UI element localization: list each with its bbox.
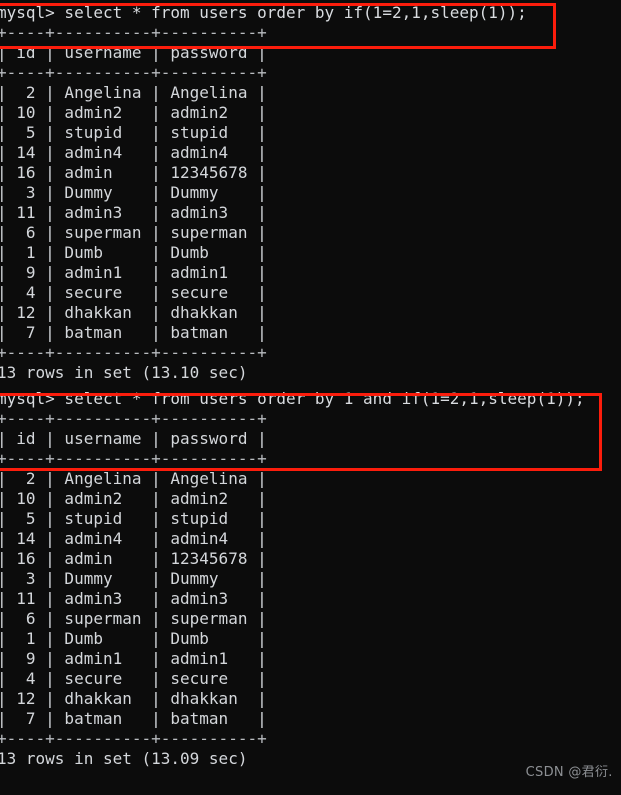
result-status-line-1: 13 rows in set (13.10 sec) [0, 363, 618, 383]
table-row: | 9 | admin1 | admin1 | [0, 649, 618, 669]
table-row: | 16 | admin | 12345678 | [0, 549, 618, 569]
table-row: | 2 | Angelina | Angelina | [0, 469, 618, 489]
sql-prompt-line-1[interactable]: mysql> select * from users order by if(1… [0, 3, 618, 23]
table-mid-rule-1: +----+----------+----------+ [0, 63, 618, 83]
table-row: | 9 | admin1 | admin1 | [0, 263, 618, 283]
table-row: | 14 | admin4 | admin4 | [0, 529, 618, 549]
table-row: | 10 | admin2 | admin2 | [0, 489, 618, 509]
table-top-rule-2: +----+----------+----------+ [0, 409, 618, 429]
table-row: | 12 | dhakkan | dhakkan | [0, 303, 618, 323]
table-row: | 7 | batman | batman | [0, 323, 618, 343]
table-header-row-1: | id | username | password | [0, 43, 618, 63]
table-row: | 5 | stupid | stupid | [0, 123, 618, 143]
table-row: | 7 | batman | batman | [0, 709, 618, 729]
table-row: | 2 | Angelina | Angelina | [0, 83, 618, 103]
table-header-row-2: | id | username | password | [0, 429, 618, 449]
table-row: | 6 | superman | superman | [0, 223, 618, 243]
table-top-rule-1: +----+----------+----------+ [0, 23, 618, 43]
table-bottom-rule-2: +----+----------+----------+ [0, 729, 618, 749]
table-row: | 4 | secure | secure | [0, 669, 618, 689]
table-row: | 6 | superman | superman | [0, 609, 618, 629]
table-row: | 11 | admin3 | admin3 | [0, 203, 618, 223]
terminal-content: mysql> select * from users order by if(1… [0, 0, 621, 769]
terminal-window: mysql> select * from users order by if(1… [0, 0, 621, 795]
table-row: | 1 | Dumb | Dumb | [0, 629, 618, 649]
table-row: | 12 | dhakkan | dhakkan | [0, 689, 618, 709]
table-row: | 3 | Dummy | Dummy | [0, 569, 618, 589]
table-row: | 16 | admin | 12345678 | [0, 163, 618, 183]
table-row: | 1 | Dumb | Dumb | [0, 243, 618, 263]
table-bottom-rule-1: +----+----------+----------+ [0, 343, 618, 363]
table-row: | 4 | secure | secure | [0, 283, 618, 303]
table-row: | 10 | admin2 | admin2 | [0, 103, 618, 123]
table-row: | 11 | admin3 | admin3 | [0, 589, 618, 609]
csdn-watermark: CSDN @君衍. [526, 763, 613, 783]
table-mid-rule-2: +----+----------+----------+ [0, 449, 618, 469]
sql-prompt-line-2[interactable]: mysql> select * from users order by 1 an… [0, 389, 618, 409]
table-row: | 3 | Dummy | Dummy | [0, 183, 618, 203]
table-row: | 5 | stupid | stupid | [0, 509, 618, 529]
table-row: | 14 | admin4 | admin4 | [0, 143, 618, 163]
